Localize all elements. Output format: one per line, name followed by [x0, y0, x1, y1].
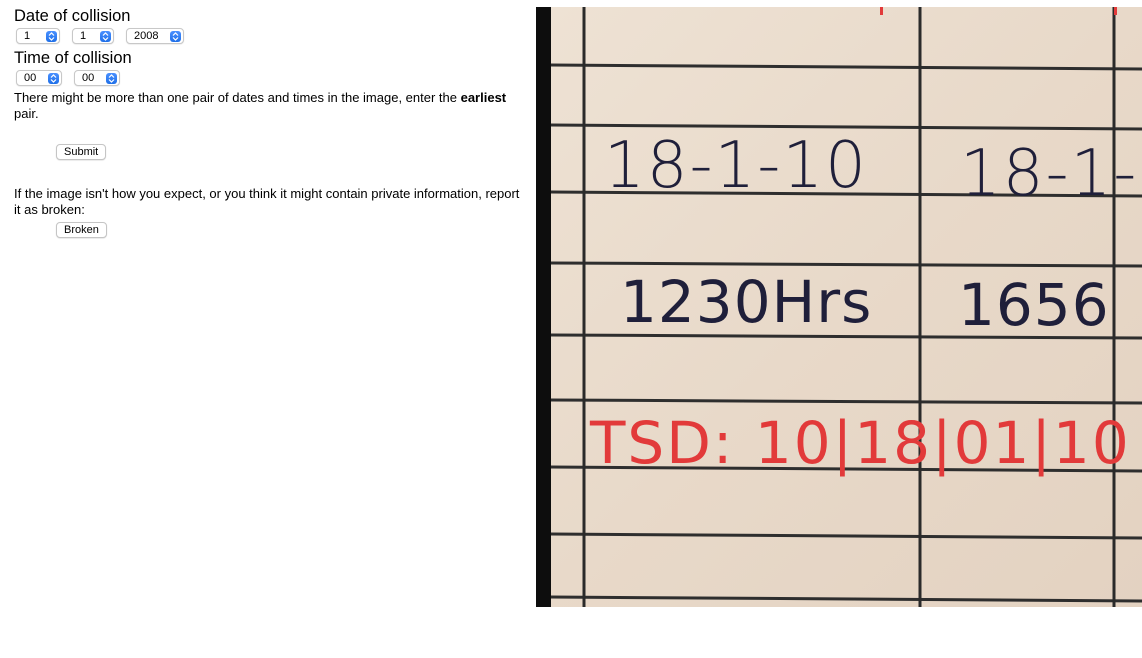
submit-wrap: Submit — [56, 142, 524, 160]
date-selects: 1 1 2008 — [16, 28, 524, 44]
month-select[interactable]: 1 — [72, 28, 114, 44]
minute-value: 00 — [82, 72, 95, 84]
handwritten-time-left: 1230Hrs — [620, 268, 872, 336]
left-edge-shadow — [536, 7, 551, 607]
broken-report-text: If the image isn't how you expect, or yo… — [14, 186, 520, 217]
instructions-text: There might be more than one pair of dat… — [14, 90, 524, 122]
time-heading: Time of collision — [14, 49, 132, 67]
page: Date of collision 1 1 2008 Time of colli… — [0, 0, 1142, 658]
instructions-pre: There might be more than one pair of dat… — [14, 90, 461, 105]
collision-form: Date of collision 1 1 2008 Time of colli… — [14, 6, 524, 238]
updown-chevron-icon — [100, 30, 111, 42]
red-mark — [1114, 7, 1117, 15]
record-image: 18-1-10 18-1- 1230Hrs 1656 TSD: 10|18|01… — [536, 7, 1142, 607]
red-tsd-annotation: TSD: 10|18|01|10 — [589, 409, 1131, 477]
updown-chevron-icon — [46, 30, 57, 42]
red-mark — [880, 7, 883, 15]
handwritten-time-right: 1656 — [958, 271, 1110, 339]
broken-wrap: Broken — [56, 220, 524, 238]
updown-chevron-icon — [106, 72, 117, 84]
instructions-post: pair. — [14, 106, 39, 121]
hour-value: 00 — [24, 72, 37, 84]
updown-chevron-icon — [48, 72, 59, 84]
handwritten-date-right: 18-1- — [960, 137, 1138, 211]
minute-select[interactable]: 00 — [74, 70, 120, 86]
year-value: 2008 — [134, 30, 159, 42]
broken-button[interactable]: Broken — [56, 222, 107, 238]
month-value: 1 — [80, 30, 87, 42]
instructions-emphasis: earliest — [460, 90, 507, 105]
handwritten-log-photo: 18-1-10 18-1- 1230Hrs 1656 TSD: 10|18|01… — [536, 7, 1142, 607]
day-select[interactable]: 1 — [16, 28, 60, 44]
time-selects: 00 00 — [16, 70, 524, 86]
handwritten-date-left: 18-1-10 — [604, 129, 868, 203]
date-heading: Date of collision — [14, 7, 131, 25]
submit-button[interactable]: Submit — [56, 144, 107, 160]
day-value: 1 — [24, 30, 31, 42]
year-select[interactable]: 2008 — [126, 28, 184, 44]
hour-select[interactable]: 00 — [16, 70, 62, 86]
updown-chevron-icon — [170, 30, 181, 42]
